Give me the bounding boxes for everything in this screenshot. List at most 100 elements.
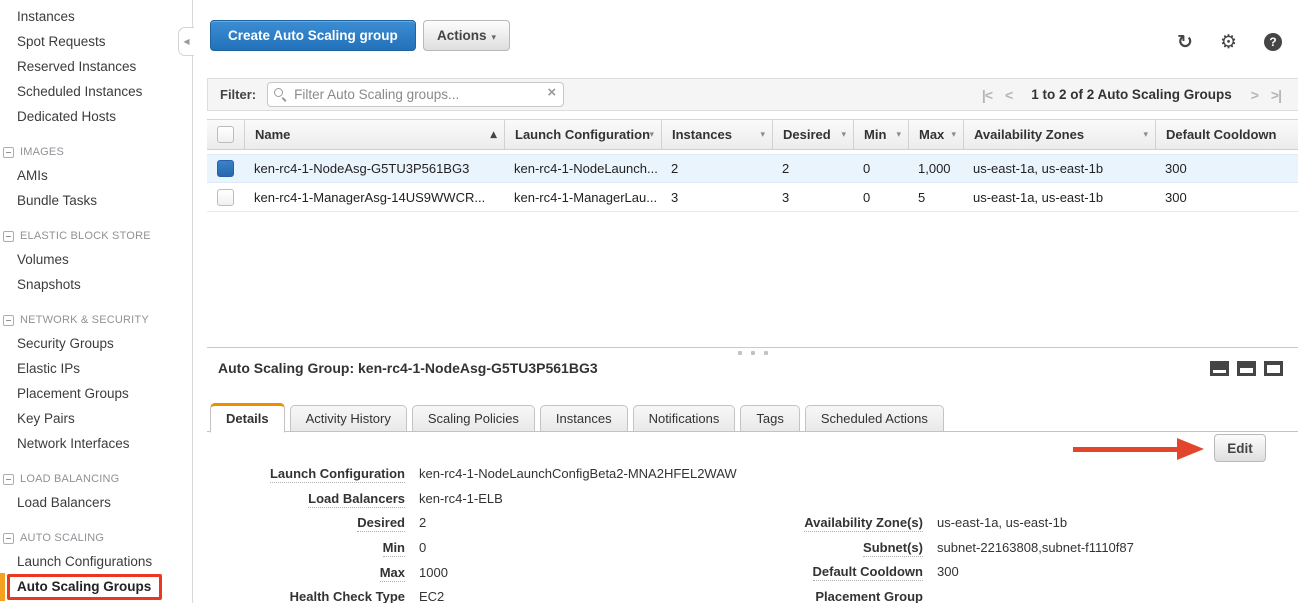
row-checkbox-cell — [207, 183, 244, 211]
pane-layout-small-icon[interactable] — [1210, 361, 1229, 376]
prev-page-icon[interactable]: < — [1005, 87, 1012, 103]
tab-details[interactable]: Details — [210, 403, 285, 433]
column-header-launch-configuration[interactable]: Launch Configuration ▾ — [504, 120, 661, 149]
column-header-max[interactable]: Max ▾ — [908, 120, 963, 149]
sidebar-item-placement-groups[interactable]: Placement Groups — [0, 381, 192, 406]
column-header-default-cooldown[interactable]: Default Cooldown — [1155, 120, 1298, 149]
tab-notifications[interactable]: Notifications — [633, 405, 736, 432]
tab-instances[interactable]: Instances — [540, 405, 628, 432]
table-row[interactable]: ken-rc4-1-ManagerAsg-14US9WWCR... ken-rc… — [207, 183, 1298, 212]
column-header-min[interactable]: Min ▾ — [853, 120, 908, 149]
pane-layout-medium-icon[interactable] — [1237, 361, 1256, 376]
table-row[interactable]: ken-rc4-1-NodeAsg-G5TU3P561BG3 ken-rc4-1… — [207, 154, 1298, 183]
sidebar-item-elastic-ips[interactable]: Elastic IPs — [0, 356, 192, 381]
sidebar-collapse-handle[interactable]: ◀ — [178, 27, 194, 56]
sidebar-section-load-balancing[interactable]: LOAD BALANCING — [0, 468, 192, 490]
field-health-check-type: Health Check Type EC2 — [207, 589, 737, 603]
field-value: ken-rc4-1-NodeLaunchConfigBeta2-MNA2HFEL… — [419, 466, 737, 481]
sidebar-item-key-pairs[interactable]: Key Pairs — [0, 406, 192, 431]
sidebar-item-scheduled-instances[interactable]: Scheduled Instances — [0, 79, 192, 104]
field-launch-configuration: Launch Configuration ken-rc4-1-NodeLaunc… — [207, 466, 737, 491]
drag-handle-icon[interactable] — [738, 351, 768, 355]
sidebar-item-dedicated-hosts[interactable]: Dedicated Hosts — [0, 104, 192, 129]
sidebar-item-auto-scaling-groups[interactable]: Auto Scaling Groups — [0, 574, 192, 599]
row-checkbox[interactable] — [217, 189, 234, 206]
field-label: Desired — [357, 515, 405, 532]
select-all-checkbox[interactable] — [217, 126, 234, 143]
tab-tags[interactable]: Tags — [740, 405, 799, 432]
tab-scheduled-actions[interactable]: Scheduled Actions — [805, 405, 944, 432]
field-label: Health Check Type — [290, 589, 405, 603]
first-page-icon[interactable]: |< — [982, 87, 992, 103]
field-value: 1000 — [419, 565, 448, 580]
field-value: subnet-22163808,subnet-f1110f87 — [937, 540, 1134, 555]
tab-scaling-policies[interactable]: Scaling Policies — [412, 405, 535, 432]
sidebar-item-network-interfaces[interactable]: Network Interfaces — [0, 431, 192, 456]
column-header-instances[interactable]: Instances ▾ — [661, 120, 772, 149]
sort-icon: ▾ — [1143, 130, 1148, 140]
column-label: Launch Configuration — [515, 127, 650, 142]
sidebar-section-elastic-block-store[interactable]: ELASTIC BLOCK STORE — [0, 225, 192, 247]
cell-min: 0 — [853, 183, 908, 211]
field-label: Availability Zone(s) — [804, 515, 923, 532]
actions-button[interactable]: Actions▾ — [423, 20, 510, 51]
cell-availability-zones: us-east-1a, us-east-1b — [963, 183, 1155, 211]
sidebar-section-images[interactable]: IMAGES — [0, 141, 192, 163]
field-load-balancers: Load Balancers ken-rc4-1-ELB — [207, 491, 737, 516]
minus-square-icon — [3, 533, 14, 544]
filter-input-wrap: × — [267, 82, 564, 107]
cell-min: 0 — [853, 155, 908, 182]
sidebar-item-volumes[interactable]: Volumes — [0, 247, 192, 272]
sidebar-item-bundle-tasks[interactable]: Bundle Tasks — [0, 188, 192, 213]
filter-input[interactable] — [267, 82, 564, 107]
minus-square-icon — [3, 147, 14, 158]
sidebar-item-security-groups[interactable]: Security Groups — [0, 331, 192, 356]
detail-fields-left: Launch Configuration ken-rc4-1-NodeLaunc… — [207, 466, 737, 603]
edit-button[interactable]: Edit — [1214, 434, 1266, 462]
sidebar: Instances Spot Requests Reserved Instanc… — [0, 0, 193, 603]
section-label: NETWORK & SECURITY — [20, 314, 149, 326]
refresh-icon[interactable]: ↻ — [1177, 31, 1193, 53]
next-page-icon[interactable]: > — [1251, 87, 1258, 103]
column-header-name[interactable]: Name ▲ — [244, 120, 504, 149]
column-label: Availability Zones — [974, 127, 1084, 142]
field-label: Load Balancers — [308, 491, 405, 508]
field-min: Min 0 — [207, 540, 737, 565]
sidebar-section-auto-scaling[interactable]: AUTO SCALING — [0, 527, 192, 549]
filter-label: Filter: — [220, 87, 256, 102]
last-page-icon[interactable]: >| — [1271, 87, 1281, 103]
main-content: Create Auto Scaling group Actions▾ ↻ ⚙ ?… — [207, 0, 1298, 603]
pane-layout-large-icon[interactable] — [1264, 361, 1283, 376]
cell-name: ken-rc4-1-NodeAsg-G5TU3P561BG3 — [244, 155, 504, 182]
help-icon[interactable]: ? — [1264, 33, 1282, 51]
sidebar-item-reserved-instances[interactable]: Reserved Instances — [0, 54, 192, 79]
row-checkbox[interactable] — [217, 160, 234, 177]
field-value: us-east-1a, us-east-1b — [937, 515, 1067, 530]
tab-activity-history[interactable]: Activity History — [290, 405, 407, 432]
panel-splitter[interactable] — [207, 347, 1298, 348]
column-header-availability-zones[interactable]: Availability Zones ▾ — [963, 120, 1155, 149]
field-value: 0 — [419, 540, 426, 555]
column-header-desired[interactable]: Desired ▾ — [772, 120, 853, 149]
cell-availability-zones: us-east-1a, us-east-1b — [963, 155, 1155, 182]
annotation-red-box: Auto Scaling Groups — [7, 574, 162, 600]
section-label: IMAGES — [20, 146, 64, 158]
chevron-down-icon: ▾ — [492, 33, 497, 43]
sidebar-item-spot-requests[interactable]: Spot Requests — [0, 29, 192, 54]
field-value: EC2 — [419, 589, 444, 603]
create-auto-scaling-group-button[interactable]: Create Auto Scaling group — [210, 20, 416, 51]
sidebar-item-launch-configurations[interactable]: Launch Configurations — [0, 549, 192, 574]
asg-table: Name ▲ Launch Configuration ▾ Instances … — [207, 119, 1298, 212]
cell-launch-configuration: ken-rc4-1-NodeLaunch... — [504, 155, 661, 182]
sidebar-item-load-balancers[interactable]: Load Balancers — [0, 490, 192, 515]
minus-square-icon — [3, 231, 14, 242]
sidebar-item-instances[interactable]: Instances — [0, 4, 192, 29]
sidebar-item-snapshots[interactable]: Snapshots — [0, 272, 192, 297]
row-checkbox-cell — [207, 155, 244, 182]
gear-icon[interactable]: ⚙ — [1220, 31, 1237, 53]
cell-launch-configuration: ken-rc4-1-ManagerLau... — [504, 183, 661, 211]
clear-filter-icon[interactable]: × — [547, 84, 556, 101]
field-default-cooldown: Default Cooldown 300 — [727, 564, 1134, 589]
sidebar-section-network-security[interactable]: NETWORK & SECURITY — [0, 309, 192, 331]
sidebar-item-amis[interactable]: AMIs — [0, 163, 192, 188]
